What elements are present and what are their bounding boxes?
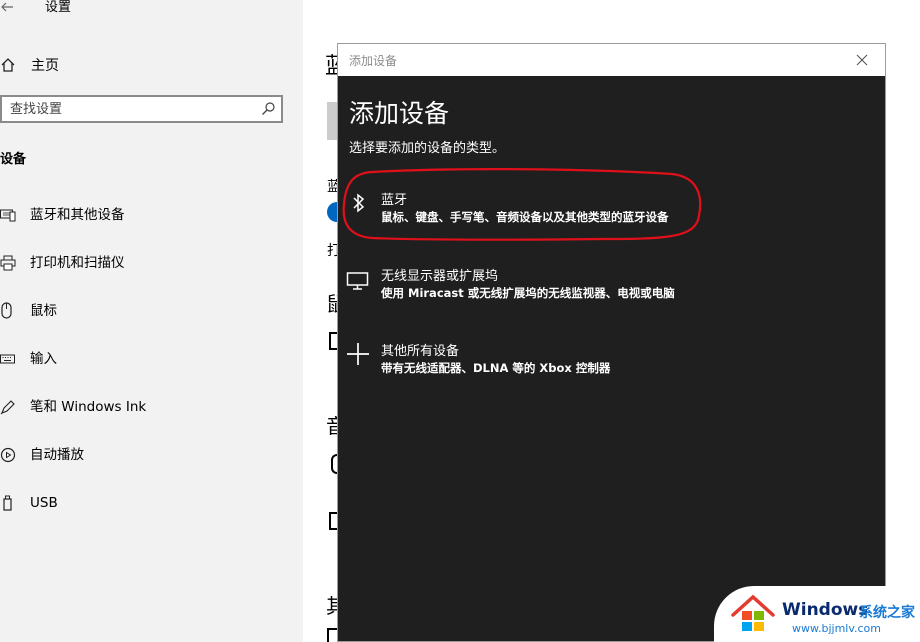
add-device-dialog: 添加设备 添加设备 选择要添加的设备的类型。 蓝牙 鼠标、键盘、手写笔、音频设备… (337, 43, 886, 642)
home-label: 主页 (31, 58, 59, 74)
option-description: 使用 Miracast 或无线扩展坞的无线监视器、电视或电脑 (381, 286, 675, 300)
sidebar-item-bluetooth[interactable]: 蓝牙和其他设备 (0, 204, 303, 252)
usb-icon (0, 492, 18, 514)
dialog-heading: 添加设备 (349, 99, 450, 128)
back-arrow-icon-svg (1, 2, 13, 12)
windows-house-logo-icon (731, 594, 775, 631)
mouse-icon (0, 300, 18, 322)
sidebar-nav-list: 蓝牙和其他设备 打印机和扫描仪 鼠标 输入 笔和 Windows Ink 自动播… (0, 204, 303, 540)
option-wireless-display[interactable]: 无线显示器或扩展坞 使用 Miracast 或无线扩展坞的无线监视器、电视或电脑 (338, 258, 885, 314)
sidebar-item-label: USB (30, 495, 58, 511)
sidebar-item-printers[interactable]: 打印机和扫描仪 (0, 252, 303, 300)
watermark-logo: Windows 系统之家 www.bjjmlv.com (714, 586, 920, 642)
monitor-icon (346, 266, 372, 292)
dialog-window-title: 添加设备 (349, 54, 398, 68)
sidebar-item-label: 打印机和扫描仪 (30, 255, 125, 271)
autoplay-icon (0, 444, 18, 466)
dialog-body: 添加设备 选择要添加的设备的类型。 蓝牙 鼠标、键盘、手写笔、音频设备以及其他类… (338, 76, 885, 641)
sidebar-item-mouse[interactable]: 鼠标 (0, 300, 303, 348)
watermark-brand-cn: 系统之家 (859, 605, 915, 621)
printer-icon (0, 252, 18, 274)
settings-sidebar: 设置 主页 设备 (0, 0, 303, 642)
keyboard-icon (0, 348, 18, 370)
option-name: 其他所有设备 (381, 344, 460, 359)
bluetooth-devices-icon (0, 204, 18, 226)
plus-icon (346, 341, 372, 367)
option-name: 无线显示器或扩展坞 (381, 269, 499, 284)
dialog-titlebar[interactable]: 添加设备 (338, 44, 885, 76)
sidebar-item-label: 自动播放 (30, 447, 84, 463)
close-icon[interactable] (855, 52, 871, 68)
option-everything-else[interactable]: 其他所有设备 带有无线适配器、DLNA 等的 Xbox 控制器 (338, 333, 885, 389)
sidebar-item-typing[interactable]: 输入 (0, 348, 303, 396)
search-icon[interactable] (260, 101, 276, 117)
pen-icon (0, 396, 18, 418)
sidebar-item-home[interactable]: 主页 (0, 53, 59, 77)
home-icon (0, 56, 18, 74)
sidebar-item-label: 输入 (30, 351, 57, 367)
settings-search-box[interactable] (0, 95, 283, 123)
sidebar-section-title: 设备 (0, 152, 27, 167)
sidebar-item-label: 蓝牙和其他设备 (30, 207, 125, 223)
sidebar-item-autoplay[interactable]: 自动播放 (0, 444, 303, 492)
option-description: 带有无线适配器、DLNA 等的 Xbox 控制器 (381, 361, 611, 375)
watermark-url: www.bjjmlv.com (792, 622, 881, 635)
search-input[interactable] (10, 99, 250, 119)
bluetooth-highlight-circle (342, 168, 702, 241)
back-arrow-icon[interactable] (0, 0, 16, 18)
sidebar-item-usb[interactable]: USB (0, 492, 303, 540)
sidebar-item-pen[interactable]: 笔和 Windows Ink (0, 396, 303, 444)
watermark-brand: Windows (782, 600, 869, 620)
settings-window-title: 设置 (45, 0, 72, 15)
sidebar-item-label: 笔和 Windows Ink (30, 399, 147, 415)
sidebar-item-label: 鼠标 (30, 303, 57, 319)
dialog-subtitle: 选择要添加的设备的类型。 (349, 141, 506, 156)
